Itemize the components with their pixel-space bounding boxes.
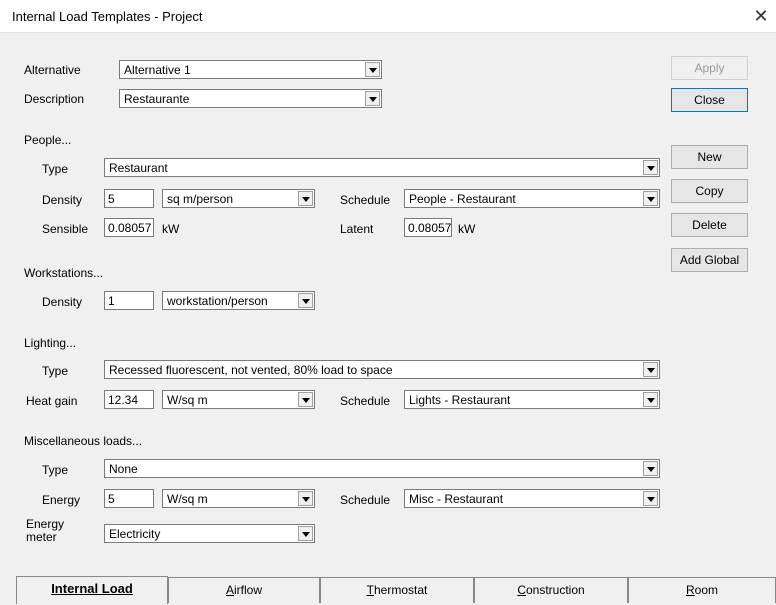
chevron-down-icon[interactable] bbox=[365, 91, 380, 106]
chevron-down-icon[interactable] bbox=[643, 191, 658, 206]
window-title: Internal Load Templates - Project bbox=[12, 9, 203, 24]
misc-energy-unit: W/sq m bbox=[167, 492, 208, 506]
people-density-unit: sq m/person bbox=[167, 192, 234, 206]
apply-button[interactable]: Apply bbox=[671, 56, 748, 80]
heatgain-unit: W/sq m bbox=[167, 393, 208, 407]
description-label: Description bbox=[24, 92, 85, 106]
close-icon[interactable]: ✕ bbox=[750, 5, 772, 27]
energy-meter-value: Electricity bbox=[109, 527, 161, 541]
chevron-down-icon[interactable] bbox=[643, 461, 658, 476]
chevron-down-icon[interactable] bbox=[298, 491, 313, 506]
lighting-type-select[interactable]: Recessed fluorescent, not vented, 80% lo… bbox=[104, 360, 660, 379]
chevron-down-icon[interactable] bbox=[365, 62, 380, 77]
misc-heading: Miscellaneous loads... bbox=[24, 434, 143, 448]
people-heading: People... bbox=[24, 133, 72, 147]
workstations-unit: workstation/person bbox=[167, 294, 268, 308]
copy-button[interactable]: Copy bbox=[671, 179, 748, 203]
chevron-down-icon[interactable] bbox=[643, 362, 658, 377]
misc-schedule-select[interactable]: Misc - Restaurant bbox=[404, 489, 660, 508]
tab-thermostat-mnemonic: T bbox=[366, 583, 374, 597]
people-density-label: Density bbox=[42, 193, 83, 207]
people-density-value: 5 bbox=[108, 192, 115, 206]
workstations-unit-select[interactable]: workstation/person bbox=[162, 291, 315, 310]
tab-airflow-label: irflow bbox=[234, 583, 263, 597]
tab-room-label: oom bbox=[694, 583, 718, 597]
tab-thermostat-label: hermostat bbox=[373, 583, 428, 597]
description-select[interactable]: Restaurante bbox=[119, 89, 382, 108]
tab-construction[interactable]: Construction bbox=[474, 577, 628, 603]
chevron-down-icon[interactable] bbox=[298, 191, 313, 206]
tab-internal-load-label: Internal Load bbox=[51, 581, 133, 596]
misc-schedule-value: Misc - Restaurant bbox=[409, 492, 504, 506]
heatgain-value: 12.34 bbox=[108, 393, 139, 407]
chevron-down-icon[interactable] bbox=[643, 392, 658, 407]
lighting-heading: Lighting... bbox=[24, 336, 77, 350]
misc-type-value: None bbox=[109, 462, 138, 476]
tab-construction-label: onstruction bbox=[525, 583, 585, 597]
people-schedule-value: People - Restaurant bbox=[409, 192, 516, 206]
alternative-label: Alternative bbox=[24, 63, 81, 77]
title-divider bbox=[0, 32, 776, 33]
people-density-input[interactable]: 5 bbox=[104, 189, 154, 208]
people-type-select[interactable]: Restaurant bbox=[104, 158, 660, 177]
latent-value: 0.08057 bbox=[408, 221, 452, 235]
workstations-heading: Workstations... bbox=[24, 266, 104, 280]
alternative-select[interactable]: Alternative 1 bbox=[119, 60, 382, 79]
tab-airflow-mnemonic: A bbox=[225, 583, 234, 597]
sensible-input[interactable]: 0.08057 bbox=[104, 218, 154, 237]
heatgain-unit-select[interactable]: W/sq m bbox=[162, 390, 315, 409]
chevron-down-icon[interactable] bbox=[643, 160, 658, 175]
tab-thermostat[interactable]: Thermostat bbox=[320, 577, 474, 603]
chevron-down-icon[interactable] bbox=[643, 491, 658, 506]
people-density-unit-select[interactable]: sq m/person bbox=[162, 189, 315, 208]
lighting-type-value: Recessed fluorescent, not vented, 80% lo… bbox=[109, 363, 393, 377]
misc-energy-unit-select[interactable]: W/sq m bbox=[162, 489, 315, 508]
new-button[interactable]: New bbox=[671, 145, 748, 169]
people-schedule-select[interactable]: People - Restaurant bbox=[404, 189, 660, 208]
misc-type-select[interactable]: None bbox=[104, 459, 660, 478]
lighting-schedule-value: Lights - Restaurant bbox=[409, 393, 511, 407]
misc-energy-label: Energy bbox=[42, 493, 81, 507]
sensible-label: Sensible bbox=[42, 222, 89, 236]
lighting-type-label: Type bbox=[42, 364, 69, 378]
workstations-density-input[interactable]: 1 bbox=[104, 291, 154, 310]
people-type-label: Type bbox=[42, 162, 69, 176]
people-schedule-label: Schedule bbox=[340, 193, 391, 207]
lighting-schedule-select[interactable]: Lights - Restaurant bbox=[404, 390, 660, 409]
misc-type-label: Type bbox=[42, 463, 69, 477]
latent-input[interactable]: 0.08057 bbox=[404, 218, 452, 237]
heatgain-input[interactable]: 12.34 bbox=[104, 390, 154, 409]
tab-airflow[interactable]: Airflow bbox=[168, 577, 320, 603]
lighting-schedule-label: Schedule bbox=[340, 394, 391, 408]
tab-room-mnemonic: R bbox=[685, 583, 695, 597]
title-bar: Internal Load Templates - Project ✕ bbox=[0, 0, 776, 32]
tab-construction-mnemonic: C bbox=[517, 583, 526, 597]
tab-room[interactable]: Room bbox=[628, 577, 776, 603]
misc-energy-value: 5 bbox=[108, 492, 115, 506]
energy-meter-select[interactable]: Electricity bbox=[104, 524, 315, 543]
delete-button[interactable]: Delete bbox=[671, 213, 748, 237]
energy-meter-label-line2: meter bbox=[26, 530, 57, 544]
misc-schedule-label: Schedule bbox=[340, 493, 391, 507]
tab-internal-load[interactable]: Internal Load bbox=[16, 576, 168, 604]
description-value: Restaurante bbox=[124, 92, 190, 106]
workstations-density-value: 1 bbox=[108, 294, 115, 308]
people-type-value: Restaurant bbox=[109, 161, 168, 175]
sensible-unit: kW bbox=[162, 222, 180, 236]
add-global-button[interactable]: Add Global bbox=[671, 248, 748, 272]
latent-label: Latent bbox=[340, 222, 374, 236]
close-button[interactable]: Close bbox=[671, 88, 748, 112]
sensible-value: 0.08057 bbox=[108, 221, 152, 235]
latent-unit: kW bbox=[458, 222, 476, 236]
misc-energy-input[interactable]: 5 bbox=[104, 489, 154, 508]
alternative-value: Alternative 1 bbox=[124, 63, 191, 77]
chevron-down-icon[interactable] bbox=[298, 293, 313, 308]
chevron-down-icon[interactable] bbox=[298, 392, 313, 407]
workstations-density-label: Density bbox=[42, 295, 83, 309]
heatgain-label: Heat gain bbox=[26, 394, 78, 408]
chevron-down-icon[interactable] bbox=[298, 526, 313, 541]
tab-strip: Internal Load Airflow Thermostat Constru… bbox=[16, 576, 776, 605]
